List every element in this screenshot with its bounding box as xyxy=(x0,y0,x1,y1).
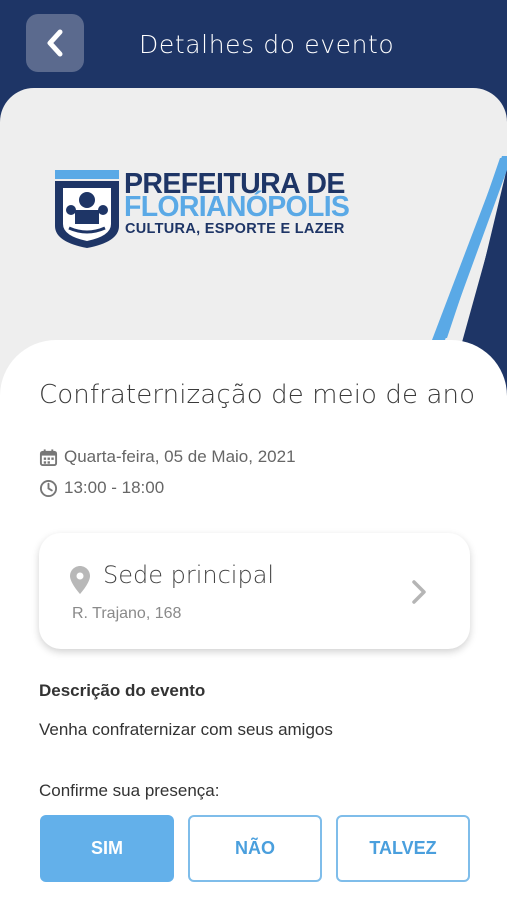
description-label: Descrição do evento xyxy=(39,681,206,700)
rsvp-label: Confirme sua presença: xyxy=(39,781,220,800)
map-pin-icon xyxy=(70,566,90,594)
event-details-card: Confraternização de meio de ano Quarta-f… xyxy=(0,340,507,900)
page-title: Detalhes do evento xyxy=(139,30,395,59)
app-header: Detalhes do evento xyxy=(0,0,507,92)
chevron-right-icon xyxy=(412,580,426,604)
event-time-row: 13:00 - 18:00 xyxy=(39,478,164,498)
event-time: 13:00 - 18:00 xyxy=(64,478,165,497)
calendar-icon xyxy=(39,448,58,466)
back-button[interactable] xyxy=(26,14,84,72)
location-address: R. Trajano, 168 xyxy=(72,605,182,622)
coat-of-arms-icon xyxy=(55,170,119,248)
event-date-row: Quarta-feira, 05 de Maio, 2021 xyxy=(39,447,296,467)
clock-icon xyxy=(39,479,58,497)
event-title: Confraternização de meio de ano xyxy=(39,380,476,410)
prefeitura-logo: PREFEITURA DE FLORIANÓPOLIS CULTURA, ESP… xyxy=(55,169,355,250)
description-text: Venha confraternizar com seus amigos xyxy=(39,720,333,739)
location-name: Sede principal xyxy=(103,561,275,589)
rsvp-no-button[interactable]: NÃO xyxy=(188,815,322,882)
logo-subtitle: CULTURA, ESPORTE E LAZER xyxy=(125,221,345,237)
rsvp-maybe-button[interactable]: TALVEZ xyxy=(336,815,470,882)
rsvp-yes-button[interactable]: SIM xyxy=(40,815,174,882)
chevron-left-icon xyxy=(47,29,63,57)
location-card[interactable]: Sede principal R. Trajano, 168 xyxy=(39,533,470,649)
logo-city: FLORIANÓPOLIS xyxy=(124,191,350,223)
event-date: Quarta-feira, 05 de Maio, 2021 xyxy=(64,447,296,466)
